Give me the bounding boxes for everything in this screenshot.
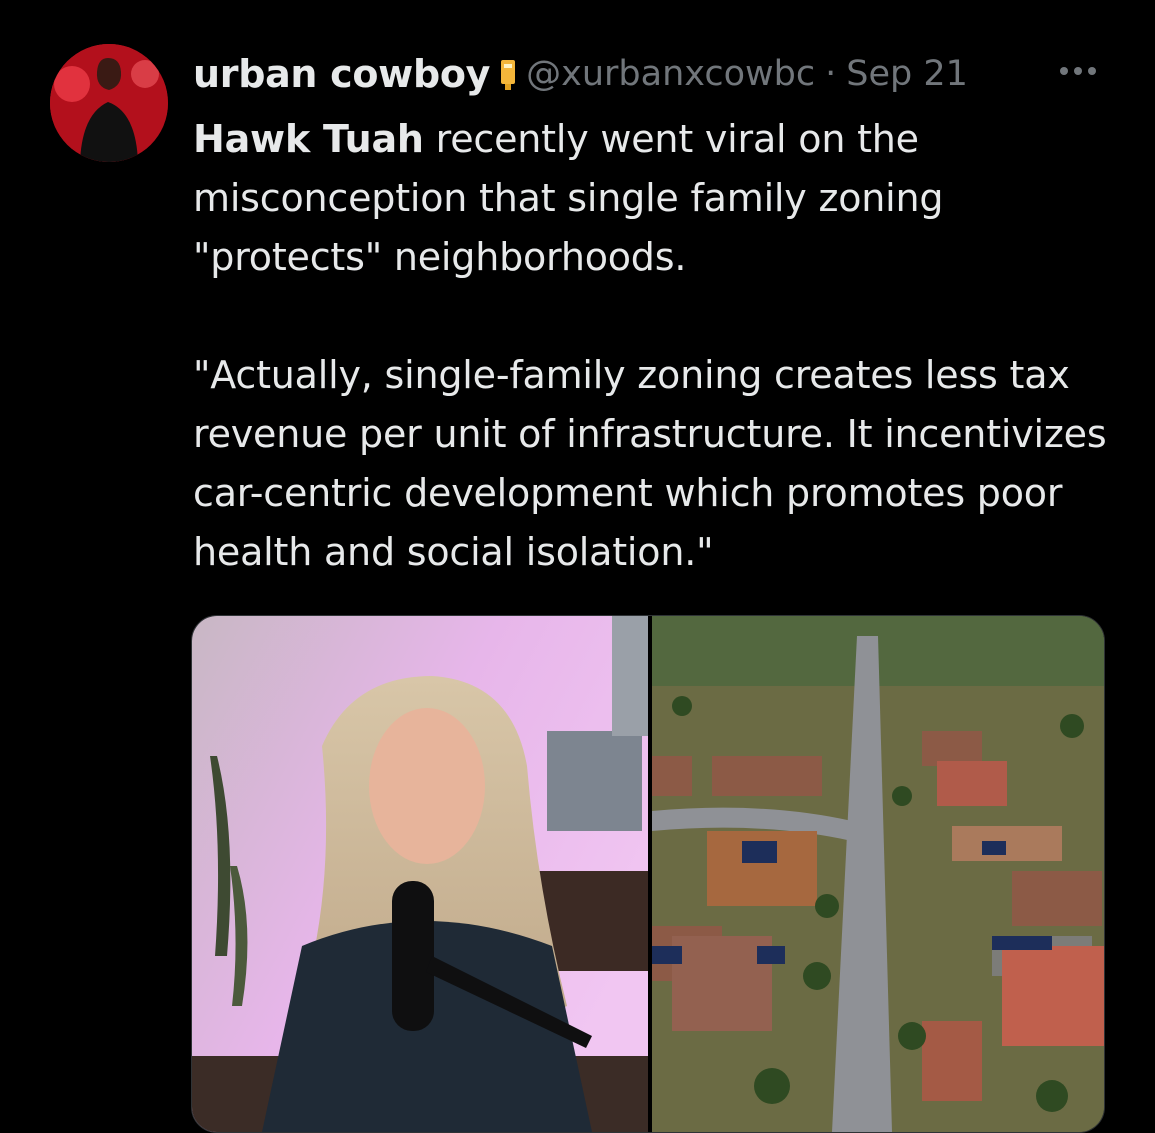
- tweet-date[interactable]: Sep 21: [846, 54, 968, 94]
- tweet-paragraph-1: Hawk Tuah recently went viral on the mis…: [193, 110, 1123, 287]
- tweet-media[interactable]: [191, 615, 1105, 1133]
- avatar[interactable]: [50, 44, 168, 162]
- suburban-aerial-photo[interactable]: [652, 616, 1104, 1132]
- mention-hawk-tuah[interactable]: Hawk Tuah: [193, 117, 424, 161]
- author-name[interactable]: urban cowboy: [193, 52, 490, 96]
- author-handle[interactable]: @xurbanxcowbc: [526, 54, 815, 94]
- tweet-body: Hawk Tuah recently went viral on the mis…: [193, 110, 1123, 582]
- profile-photo: [50, 44, 168, 162]
- separator-dot: ·: [825, 54, 837, 94]
- tweet-header: urban cowboy @xurbanxcowbc · Sep 21: [193, 50, 1113, 98]
- tweet-paragraph-2: "Actually, single-family zoning creates …: [193, 353, 1107, 574]
- podcast-woman-photo[interactable]: [192, 616, 648, 1132]
- more-options-icon[interactable]: [1057, 56, 1099, 86]
- yellow-badge-icon: [498, 55, 518, 93]
